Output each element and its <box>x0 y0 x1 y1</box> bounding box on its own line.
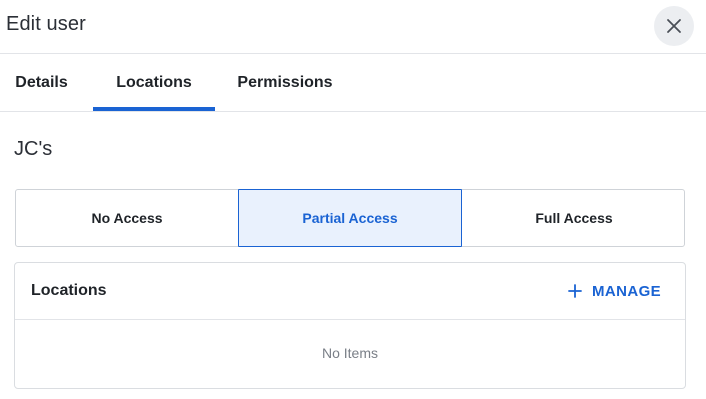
no-access-option[interactable]: No Access <box>15 189 239 247</box>
tab-locations[interactable]: Locations <box>93 55 215 111</box>
close-button[interactable] <box>654 6 694 46</box>
access-level-selector: No Access Full Access Partial Access <box>15 189 685 247</box>
dialog-header: Edit user <box>0 0 706 54</box>
active-tab-indicator <box>93 107 215 111</box>
dialog-title: Edit user <box>6 13 86 35</box>
manage-locations-button[interactable]: MANAGE <box>568 277 661 305</box>
tab-permissions[interactable]: Permissions <box>227 55 343 111</box>
tab-bar: Details Locations Permissions <box>0 55 706 112</box>
empty-state-text: No Items <box>321 345 378 361</box>
partial-access-option[interactable]: Partial Access <box>238 189 462 247</box>
manage-button-label: MANAGE <box>592 282 662 300</box>
locations-card-header: Locations MANAGE <box>15 263 685 320</box>
section-heading: JC's <box>14 138 53 160</box>
full-access-option[interactable]: Full Access <box>462 189 686 247</box>
close-icon <box>666 18 682 34</box>
locations-card: Locations MANAGE No Items <box>14 262 686 389</box>
tab-details[interactable]: Details <box>0 55 83 111</box>
plus-icon <box>568 284 582 298</box>
locations-card-title: Locations <box>31 282 107 299</box>
